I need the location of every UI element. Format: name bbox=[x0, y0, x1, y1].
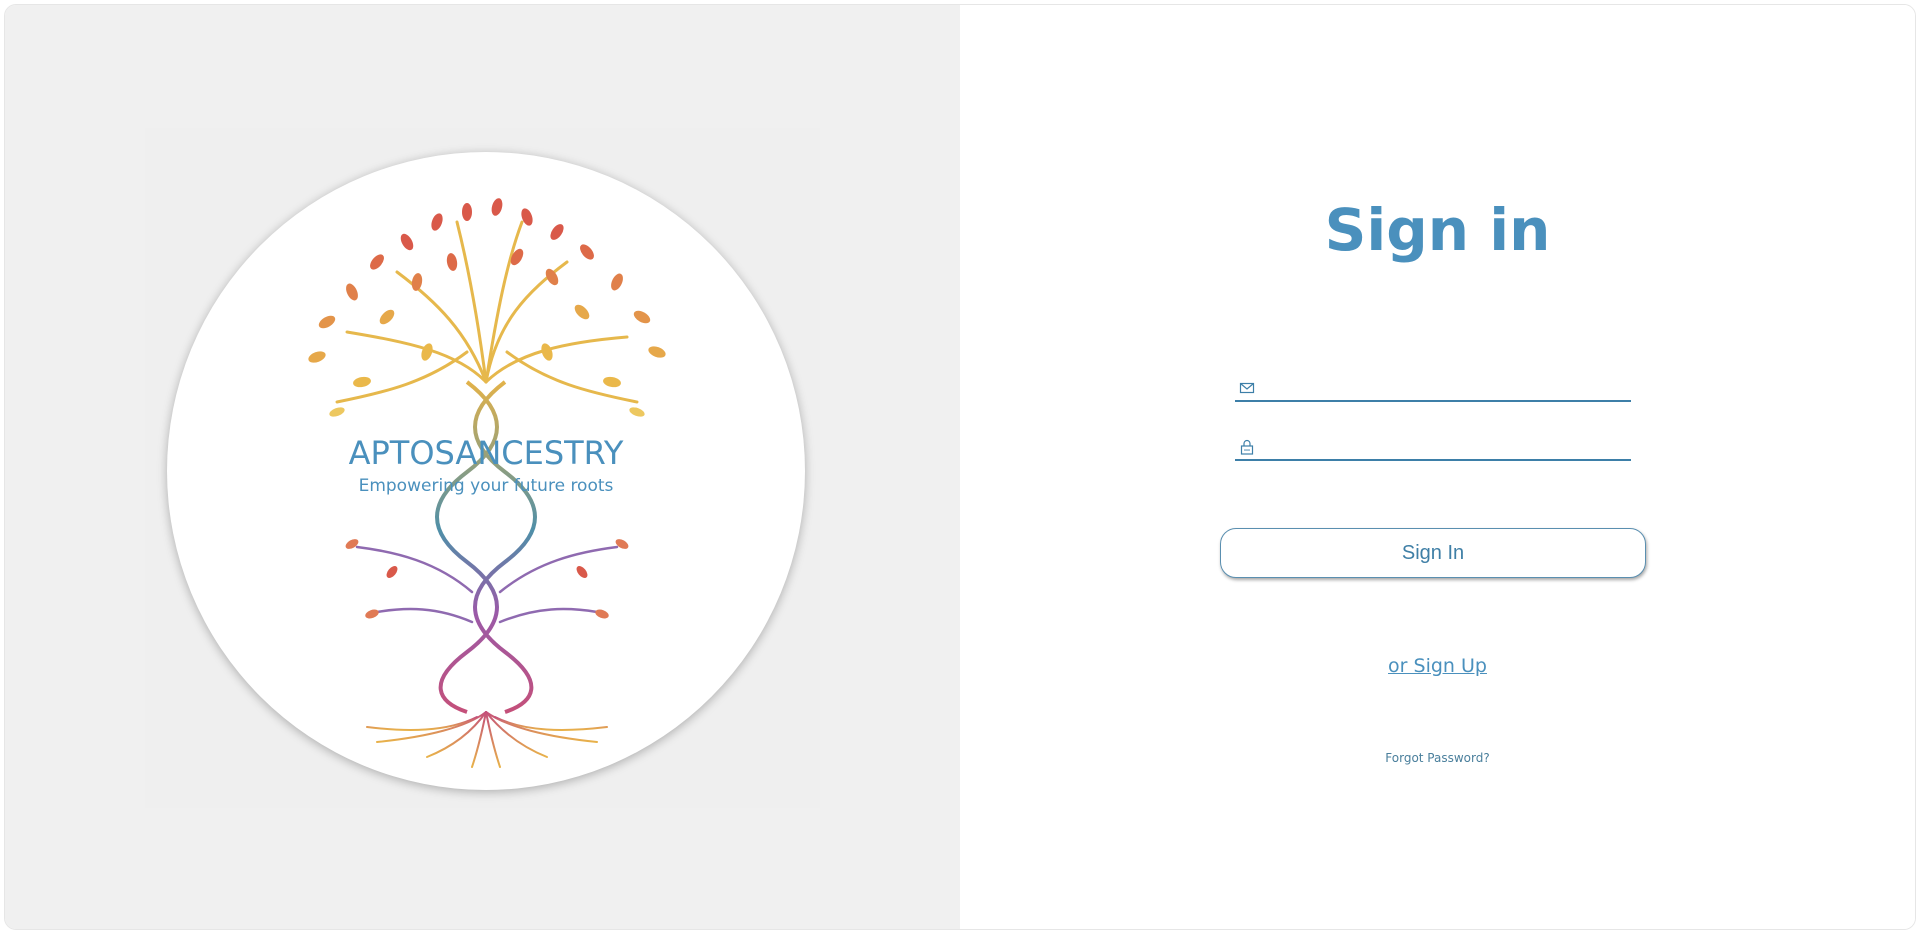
lock-icon bbox=[1240, 439, 1254, 455]
email-input[interactable] bbox=[1261, 376, 1627, 398]
app-frame: APTOSANCESTRY Empowering your future roo… bbox=[4, 4, 1916, 930]
sign-in-button[interactable]: Sign In bbox=[1220, 528, 1646, 578]
password-input[interactable] bbox=[1261, 435, 1627, 457]
email-field bbox=[1235, 376, 1631, 402]
forgot-password-link[interactable]: Forgot Password? bbox=[960, 751, 1915, 765]
logo-tile: APTOSANCESTRY Empowering your future roo… bbox=[145, 128, 820, 808]
logo-badge: APTOSANCESTRY Empowering your future roo… bbox=[167, 152, 805, 790]
envelope-icon bbox=[1239, 382, 1255, 394]
sign-up-link[interactable]: or Sign Up bbox=[960, 655, 1915, 677]
tree-dna-logo: APTOSANCESTRY Empowering your future roo… bbox=[308, 198, 666, 768]
brand-tagline: Empowering your future roots bbox=[359, 476, 614, 496]
signin-panel: Sign in Sign In or Sign Up Forgot Passwo… bbox=[960, 5, 1915, 929]
password-field bbox=[1235, 435, 1631, 461]
brand-name: APTOSANCESTRY bbox=[349, 434, 624, 472]
page-title: Sign in bbox=[1324, 196, 1551, 264]
brand-panel: APTOSANCESTRY Empowering your future roo… bbox=[5, 5, 960, 929]
